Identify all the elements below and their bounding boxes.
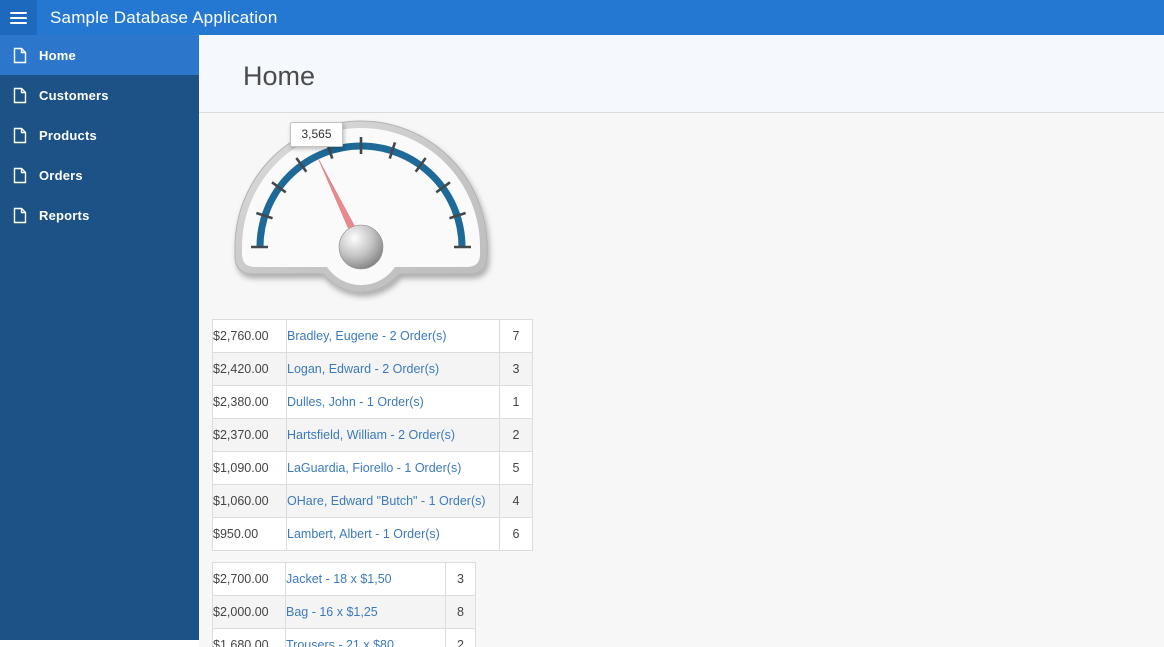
document-icon (13, 47, 27, 63)
amount-cell: $2,700.00 (212, 562, 286, 596)
app-window: Sample Database Application Home Customer… (0, 0, 1164, 647)
top-customers-table: $2,760.00 Bradley, Eugene - 2 Order(s) 7 $2… (212, 319, 533, 551)
sales-gauge: 3,565 (221, 115, 521, 315)
amount-cell: $1,680.00 (212, 628, 286, 647)
table-row: $1,090.00 LaGuardia, Fiorello - 1 Order(s… (212, 451, 533, 485)
customer-link[interactable]: Bradley, Eugene - 2 Order(s) (287, 329, 447, 343)
count-cell: 7 (499, 319, 533, 353)
count-cell: 3 (499, 352, 533, 386)
sidebar-item-reports[interactable]: Reports (0, 195, 199, 235)
table-row: $2,380.00 Dulles, John - 1 Order(s) 1 (212, 385, 533, 419)
count-cell: 4 (499, 484, 533, 518)
count-cell: 3 (445, 562, 476, 596)
page-title: Home (243, 61, 316, 91)
gauge-hub (338, 224, 384, 270)
page-titlebar: Home (199, 35, 1164, 113)
amount-cell: $1,060.00 (212, 484, 287, 518)
count-cell: 5 (499, 451, 533, 485)
description-cell: OHare, Edward "Butch" - 1 Order(s) (286, 484, 500, 518)
amount-cell: $2,420.00 (212, 352, 287, 386)
sidebar-item-label: Customers (39, 87, 109, 103)
description-cell: Jacket - 18 x $1,50 (285, 562, 446, 596)
sidebar-item-label: Products (39, 127, 97, 143)
app-title: Sample Database Application (50, 8, 278, 27)
table-row: $2,000.00 Bag - 16 x $1,25 8 (212, 595, 476, 629)
count-cell: 6 (499, 517, 533, 551)
customer-link[interactable]: Dulles, John - 1 Order(s) (287, 395, 424, 409)
sidebar-item-home[interactable]: Home (0, 35, 199, 75)
product-link[interactable]: Jacket - 18 x $1,50 (286, 572, 392, 586)
count-cell: 1 (499, 385, 533, 419)
product-link[interactable]: Bag - 16 x $1,25 (286, 605, 378, 619)
customer-link[interactable]: LaGuardia, Fiorello - 1 Order(s) (287, 461, 461, 475)
customer-link[interactable]: Hartsfield, William - 2 Order(s) (287, 428, 455, 442)
product-link[interactable]: Trousers - 21 x $80 (286, 638, 394, 647)
amount-cell: $2,380.00 (212, 385, 287, 419)
amount-cell: $950.00 (212, 517, 287, 551)
sidebar-item-orders[interactable]: Orders (0, 155, 199, 195)
count-cell: 8 (445, 595, 476, 629)
amount-cell: $2,000.00 (212, 595, 286, 629)
table-row: $1,060.00 OHare, Edward "Butch" - 1 Order… (212, 484, 533, 518)
count-cell: 2 (445, 628, 476, 647)
amount-cell: $2,370.00 (212, 418, 287, 452)
description-cell: Hartsfield, William - 2 Order(s) (286, 418, 500, 452)
sidebar-item-label: Reports (39, 207, 90, 223)
table-row: $950.00 Lambert, Albert - 1 Order(s) 6 (212, 517, 533, 551)
description-cell: Lambert, Albert - 1 Order(s) (286, 517, 500, 551)
top-products-table: $2,700.00 Jacket - 18 x $1,50 3 $2,000.00 Ba… (212, 562, 476, 647)
description-cell: Logan, Edward - 2 Order(s) (286, 352, 500, 386)
sidebar-item-products[interactable]: Products (0, 115, 199, 155)
customer-link[interactable]: OHare, Edward "Butch" - 1 Order(s) (287, 494, 486, 508)
document-icon (13, 207, 27, 223)
document-icon (13, 87, 27, 103)
document-icon (13, 127, 27, 143)
description-cell: LaGuardia, Fiorello - 1 Order(s) (286, 451, 500, 485)
amount-cell: $2,760.00 (212, 319, 287, 353)
amount-cell: $1,090.00 (212, 451, 287, 485)
table-row: $2,420.00 Logan, Edward - 2 Order(s) 3 (212, 352, 533, 386)
table-row: $2,760.00 Bradley, Eugene - 2 Order(s) 7 (212, 319, 533, 353)
gauge-value-label: 3,565 (290, 122, 343, 147)
sidebar-item-customers[interactable]: Customers (0, 75, 199, 115)
description-cell: Bag - 16 x $1,25 (285, 595, 446, 629)
table-row: $2,700.00 Jacket - 18 x $1,50 3 (212, 562, 476, 596)
sidebar-item-label: Home (39, 47, 76, 63)
customer-link[interactable]: Logan, Edward - 2 Order(s) (287, 362, 439, 376)
table-row: $2,370.00 Hartsfield, William - 2 Order(s… (212, 418, 533, 452)
table-row: $1,680.00 Trousers - 21 x $80 2 (212, 628, 476, 647)
description-cell: Dulles, John - 1 Order(s) (286, 385, 500, 419)
count-cell: 2 (499, 418, 533, 452)
gauge-image (234, 120, 488, 293)
sidebar: Home Customers Products Orders Reports (0, 35, 199, 640)
sidebar-item-label: Orders (39, 167, 83, 183)
bottom-strip (0, 640, 199, 647)
description-cell: Bradley, Eugene - 2 Order(s) (286, 319, 500, 353)
menu-button[interactable] (0, 0, 37, 35)
app-header: Sample Database Application (0, 0, 1164, 35)
main-content: Home 3,565 $2,760.00 Bradley, Eugene - 2… (199, 35, 1164, 647)
hamburger-icon (10, 11, 27, 14)
description-cell: Trousers - 21 x $80 (285, 628, 446, 647)
document-icon (13, 167, 27, 183)
customer-link[interactable]: Lambert, Albert - 1 Order(s) (287, 527, 440, 541)
